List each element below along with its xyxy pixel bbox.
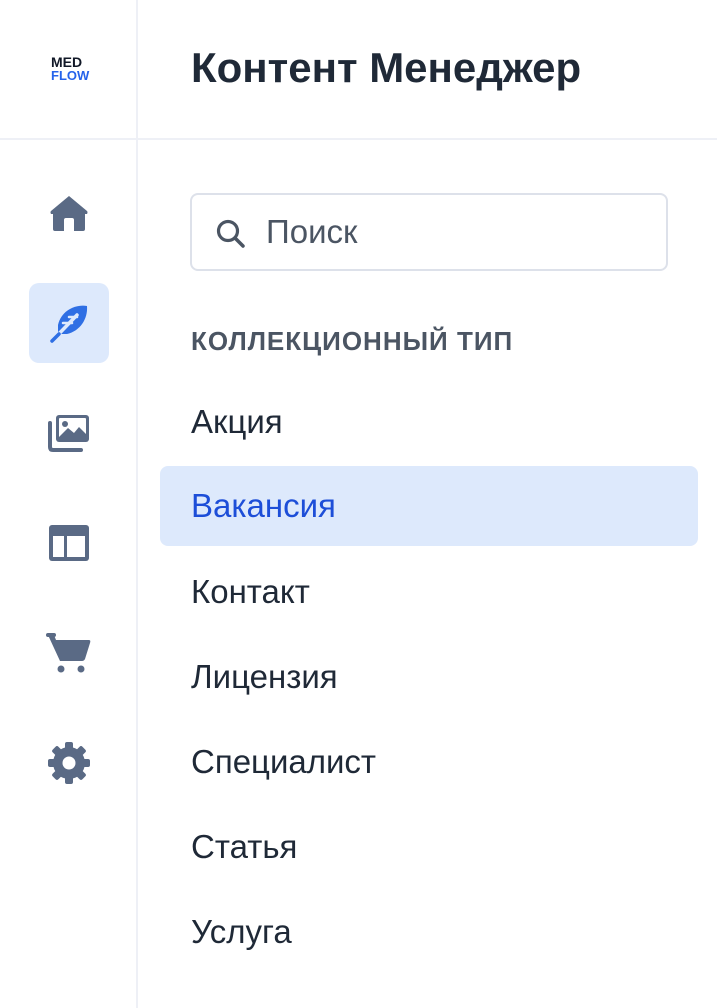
rail-settings-button[interactable] bbox=[29, 723, 109, 803]
logo-text-med: MED bbox=[51, 54, 83, 70]
rail-layout-button[interactable] bbox=[29, 503, 109, 583]
collection-item-specialist[interactable]: Специалист bbox=[160, 722, 698, 802]
medflow-logo[interactable]: MED FLOW bbox=[51, 55, 91, 83]
logo-area: MED FLOW bbox=[0, 0, 138, 140]
gear-icon bbox=[48, 742, 90, 784]
icon-rail: MED FLOW bbox=[0, 0, 138, 1008]
collection-type-heading: КОЛЛЕКЦИОННЫЙ ТИП bbox=[191, 326, 514, 356]
collection-item-vakansiya[interactable]: Вакансия bbox=[160, 466, 698, 546]
content-manager-app: MED FLOW Контент Менеджер Поиск КОЛЛЕКЦИ… bbox=[0, 0, 717, 1008]
cart-icon bbox=[46, 633, 91, 673]
collection-item-kontakt[interactable]: Контакт bbox=[160, 552, 698, 632]
logo-text-flow: FLOW bbox=[51, 68, 90, 83]
collection-item-akciya[interactable]: Акция bbox=[160, 382, 698, 462]
rail-home-button[interactable] bbox=[29, 173, 109, 253]
page-title: Контент Менеджер bbox=[191, 44, 582, 91]
page-header: Контент Менеджер bbox=[138, 0, 717, 140]
search-box[interactable] bbox=[190, 193, 668, 271]
collection-item-statya[interactable]: Статья bbox=[160, 807, 698, 887]
rail-content-manager-button[interactable] bbox=[29, 283, 109, 363]
rail-media-library-button[interactable] bbox=[29, 393, 109, 473]
media-library-icon bbox=[48, 415, 89, 452]
home-icon bbox=[50, 196, 88, 231]
search-input[interactable] bbox=[266, 209, 646, 255]
layout-icon bbox=[49, 525, 89, 561]
feather-icon bbox=[50, 305, 88, 343]
collection-item-licenziya[interactable]: Лицензия bbox=[160, 637, 698, 717]
search-icon bbox=[216, 219, 245, 248]
collection-item-usluga[interactable]: Услуга bbox=[160, 892, 698, 972]
rail-cart-button[interactable] bbox=[29, 613, 109, 693]
